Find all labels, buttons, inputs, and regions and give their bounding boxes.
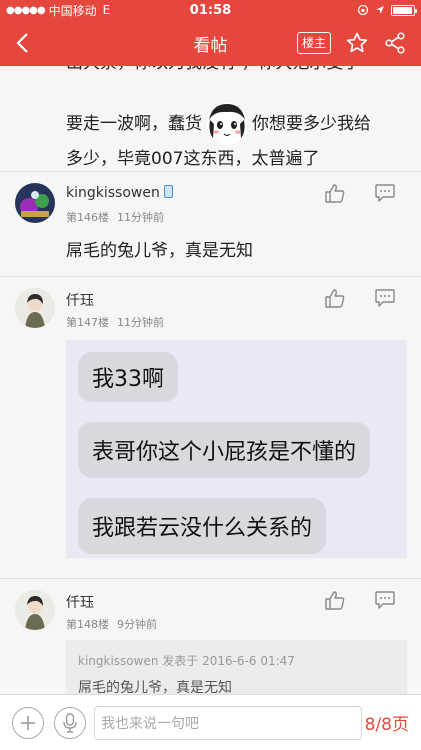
reply-text: 屌毛的兔儿爷，真是无知 [66, 241, 253, 261]
comment-icon[interactable] [374, 183, 396, 203]
post-meta: 第148楼 9分钟前 [66, 616, 157, 632]
post-meta: 第147楼 11分钟前 [66, 314, 164, 330]
chat-bubble: 我33啊 [78, 352, 178, 402]
previous-post-text: 要走一波啊，蠢货 你想要多少我给 多少，毕竟007这东西，太普遍了 [66, 102, 406, 172]
status-time: 01:58 [189, 2, 232, 18]
post-time: 9分钟前 [117, 618, 157, 631]
avatar[interactable] [15, 183, 55, 223]
share-icon[interactable] [383, 31, 407, 55]
post-meta: 第146楼 11分钟前 [66, 209, 164, 225]
quote-body: 屌毛的兔儿爷，真是无知 [78, 680, 232, 694]
quoted-reply[interactable]: kingkissowen 发表于 2016-6-6 01:47 屌毛的兔儿爷，真… [66, 640, 407, 694]
page-indicator[interactable]: 8/8页 [365, 710, 409, 735]
post-time: 11分钟前 [117, 316, 164, 329]
previous-post-cut-text: 出大票，你以为我没有 ，你大范示变了 [66, 66, 360, 76]
inline-sticker-image [204, 102, 250, 146]
post-time: 11分钟前 [117, 211, 164, 224]
voice-input-button[interactable] [54, 706, 86, 739]
reply-item: kingkissowen 第146楼 11分钟前 屌毛的兔儿爷，真是无知 [0, 171, 421, 276]
plus-icon [21, 715, 35, 730]
battery-icon [391, 4, 417, 16]
floor-number: 第147楼 [66, 316, 109, 329]
add-attachment-button[interactable] [12, 706, 44, 739]
back-button[interactable] [0, 20, 44, 66]
nav-bar: 看帖 楼主 [0, 20, 421, 66]
username[interactable]: 仟珏 [66, 592, 94, 612]
like-icon[interactable] [324, 590, 346, 610]
chat-bubble: 表哥你这个小屁孩是不懂的 [78, 422, 371, 478]
favorite-star-icon[interactable] [345, 31, 369, 55]
attached-screenshot-image[interactable]: 我33啊 表哥你这个小屁孩是不懂的 我跟若云没什么关系的 [66, 340, 407, 558]
like-icon[interactable] [324, 288, 346, 308]
microphone-icon [63, 712, 77, 733]
floor-number: 第148楼 [66, 618, 109, 631]
phone-device-icon [163, 185, 173, 198]
bottom-bar: 我也来说一句吧 8/8页 [0, 694, 421, 750]
only-op-button[interactable]: 楼主 [296, 32, 331, 54]
chat-bubble: 我跟若云没什么关系的 [78, 498, 327, 554]
thread-content[interactable]: 出大票，你以为我没有 ，你大范示变了 要走一波啊，蠢货 你想要多少我给 多少，毕竟… [0, 66, 421, 694]
chevron-left-icon [16, 33, 28, 53]
quote-header: kingkissowen 发表于 2016-6-6 01:47 [78, 654, 295, 668]
comment-input[interactable]: 我也来说一句吧 [94, 705, 362, 740]
post-text-line1b: 你想要多少我给 [252, 114, 371, 134]
username[interactable]: kingkissowen [66, 185, 173, 201]
username[interactable]: 仟珏 [66, 290, 94, 310]
avatar[interactable] [15, 288, 55, 328]
floor-number: 第146楼 [66, 211, 109, 224]
avatar[interactable] [15, 590, 55, 630]
like-icon[interactable] [324, 183, 346, 203]
post-text-line1a: 要走一波啊，蠢货 [66, 114, 202, 134]
top-bar: ●●●●● 中国移动 E 01:58 看帖 楼主 [0, 0, 421, 66]
status-bar: ●●●●● 中国移动 E 01:58 [0, 0, 421, 20]
comment-icon[interactable] [374, 590, 396, 610]
comment-icon[interactable] [374, 288, 396, 308]
post-text-line2: 多少，毕竟007这东西，太普遍了 [66, 149, 320, 169]
